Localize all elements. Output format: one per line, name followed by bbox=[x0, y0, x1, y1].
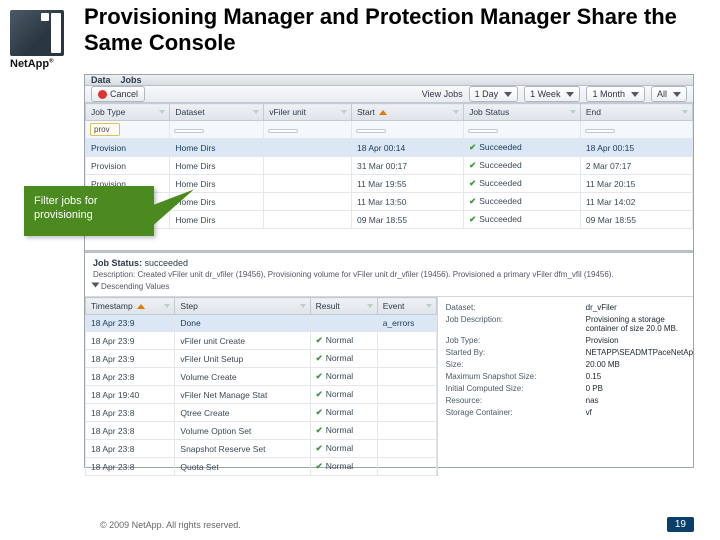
range-1month[interactable]: 1 Month bbox=[586, 86, 645, 102]
steps-col-0[interactable]: Timestamp bbox=[86, 298, 175, 315]
prop-key: Resource: bbox=[446, 396, 586, 405]
job-properties: Dataset:dr_vFilerJob Description:Provisi… bbox=[438, 297, 693, 476]
prop-row: Maximum Snapshot Size:0.15 bbox=[446, 372, 693, 381]
prop-value: Provisioning a storage container of size… bbox=[586, 315, 693, 333]
table-row[interactable]: 18 Apr 23:8Volume Option Set✔Normal bbox=[86, 422, 437, 440]
filter-1[interactable] bbox=[174, 129, 204, 133]
table-row[interactable]: 18 Apr 23:8Qtree Create✔Normal bbox=[86, 404, 437, 422]
filter-4[interactable] bbox=[468, 129, 498, 133]
cancel-icon bbox=[98, 90, 107, 99]
prop-value: NETAPP\SEADMTPaceNetApp bbox=[586, 348, 693, 357]
prop-row: Size:20.00 MB bbox=[446, 360, 693, 369]
status-value: succeeded bbox=[145, 258, 189, 268]
crumb-data[interactable]: Data bbox=[91, 75, 111, 85]
jobs-col-0[interactable]: Job Type bbox=[86, 104, 170, 121]
prop-row: Dataset:dr_vFiler bbox=[446, 303, 693, 312]
table-row[interactable]: ProvisionHome Dirs18 Apr 00:14✔Succeeded… bbox=[86, 139, 693, 157]
brand-name: NetApp® bbox=[10, 58, 70, 70]
console-breadcrumb: Data Jobs bbox=[85, 75, 693, 86]
prop-row: Started By:NETAPP\SEADMTPaceNetApp bbox=[446, 348, 693, 357]
prop-key: Dataset: bbox=[446, 303, 586, 312]
slide-footer: © 2009 NetApp. All rights reserved. 19 bbox=[0, 517, 720, 532]
prop-value: 0 PB bbox=[586, 384, 603, 393]
table-row[interactable]: 18 Apr 23:9vFiler Unit Setup✔Normal bbox=[86, 350, 437, 368]
steps-col-1[interactable]: Step bbox=[175, 298, 310, 315]
sort-icon[interactable] bbox=[92, 283, 100, 288]
prop-key: Started By: bbox=[446, 348, 586, 357]
prop-value: 0.15 bbox=[586, 372, 602, 381]
table-row[interactable]: 18 Apr 23:8Quota Set✔Normal bbox=[86, 458, 437, 476]
prop-row: Job Type:Provision bbox=[446, 336, 693, 345]
range-1week[interactable]: 1 Week bbox=[524, 86, 580, 102]
prop-value: 20.00 MB bbox=[586, 360, 620, 369]
jobs-col-4[interactable]: Job Status bbox=[464, 104, 581, 121]
cancel-button[interactable]: Cancel bbox=[91, 86, 145, 102]
status-label: Job Status: bbox=[93, 258, 142, 268]
prop-value: Provision bbox=[586, 336, 619, 345]
table-row[interactable]: ProvisionHome Dirs11 Mar 19:55✔Succeeded… bbox=[86, 175, 693, 193]
steps-col-2[interactable]: Result bbox=[310, 298, 377, 315]
slide-title: Provisioning Manager and Protection Mana… bbox=[84, 4, 702, 57]
prop-key: Job Type: bbox=[446, 336, 586, 345]
prop-value: vf bbox=[586, 408, 592, 417]
table-row[interactable]: 18 Apr 23:8Snapshot Reserve Set✔Normal bbox=[86, 440, 437, 458]
table-row[interactable]: 18 Apr 23:9vFiler unit Create✔Normal bbox=[86, 332, 437, 350]
page-number: 19 bbox=[667, 517, 694, 532]
steps-col-3[interactable]: Event bbox=[377, 298, 436, 315]
prop-row: Job Description:Provisioning a storage c… bbox=[446, 315, 693, 333]
desc-label: Description: bbox=[93, 270, 135, 279]
copyright: © 2009 NetApp. All rights reserved. bbox=[100, 520, 241, 530]
desc-value: Created vFiler unit dr_vfiler (19456), P… bbox=[137, 270, 613, 279]
table-row[interactable]: 18 Apr 23:8Volume Create✔Normal bbox=[86, 368, 437, 386]
job-steps-table: TimestampStepResultEvent 18 Apr 23:9Done… bbox=[85, 297, 437, 476]
jobs-col-2[interactable]: vFiler unit bbox=[264, 104, 352, 121]
cancel-label: Cancel bbox=[110, 89, 138, 99]
brand-logo: NetApp® bbox=[10, 10, 70, 70]
table-row[interactable]: ProvisionHome Dirs31 Mar 00:17✔Succeeded… bbox=[86, 157, 693, 175]
filter-0[interactable]: prov bbox=[90, 123, 120, 136]
management-console: Data Jobs Cancel View Jobs 1 Day 1 Week … bbox=[84, 74, 694, 468]
prop-key: Storage Container: bbox=[446, 408, 586, 417]
prop-value: nas bbox=[586, 396, 599, 405]
jobs-toolbar: Cancel View Jobs 1 Day 1 Week 1 Month Al… bbox=[85, 86, 693, 103]
prop-row: Initial Computed Size:0 PB bbox=[446, 384, 693, 393]
range-all[interactable]: All bbox=[651, 86, 687, 102]
prop-row: Resource:nas bbox=[446, 396, 693, 405]
brand-mark bbox=[10, 10, 64, 56]
filter-5[interactable] bbox=[585, 129, 615, 133]
crumb-jobs[interactable]: Jobs bbox=[121, 75, 142, 85]
sort-label[interactable]: Descending Values bbox=[101, 282, 169, 291]
filter-row: prov bbox=[86, 121, 693, 139]
prop-key: Maximum Snapshot Size: bbox=[446, 372, 586, 381]
table-row[interactable]: 18 Apr 19:40vFiler Net Manage Stat✔Norma… bbox=[86, 386, 437, 404]
job-detail-panel: Job Status: succeeded Description: Creat… bbox=[85, 253, 693, 476]
prop-value: dr_vFiler bbox=[586, 303, 617, 312]
jobs-table-panel: Job TypeDatasetvFiler unitStartJob Statu… bbox=[85, 103, 693, 253]
prop-key: Initial Computed Size: bbox=[446, 384, 586, 393]
callout-filter: Filter jobs for provisioning bbox=[24, 186, 154, 236]
prop-key: Size: bbox=[446, 360, 586, 369]
jobs-col-5[interactable]: End bbox=[580, 104, 692, 121]
job-detail-header: Job Status: succeeded Description: Creat… bbox=[85, 253, 693, 297]
range-1day[interactable]: 1 Day bbox=[469, 86, 519, 102]
job-steps-panel: TimestampStepResultEvent 18 Apr 23:9Done… bbox=[85, 297, 438, 476]
table-row[interactable]: ProvisionHome Dirs09 Mar 18:55✔Succeeded… bbox=[86, 211, 693, 229]
jobs-col-3[interactable]: Start bbox=[351, 104, 463, 121]
prop-row: Storage Container:vf bbox=[446, 408, 693, 417]
filter-3[interactable] bbox=[356, 129, 386, 133]
prop-key: Job Description: bbox=[446, 315, 586, 333]
filter-2[interactable] bbox=[268, 129, 298, 133]
table-row[interactable]: 18 Apr 23:9Donea_errors bbox=[86, 315, 437, 332]
view-jobs-label: View Jobs bbox=[422, 89, 463, 99]
jobs-col-1[interactable]: Dataset bbox=[170, 104, 264, 121]
